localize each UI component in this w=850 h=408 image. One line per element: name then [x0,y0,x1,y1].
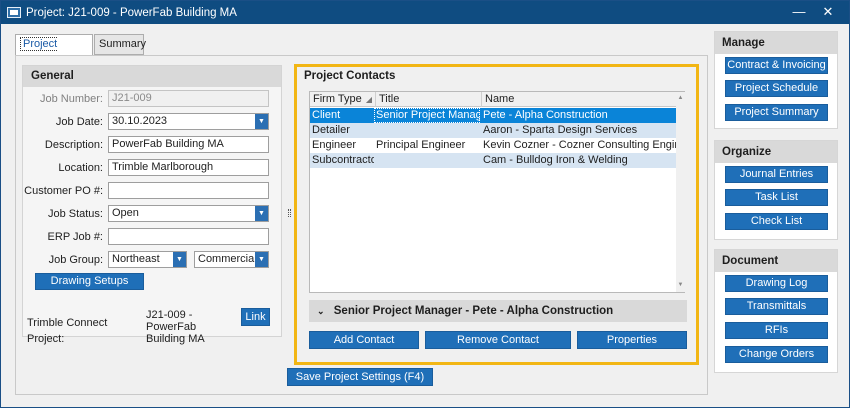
description-field[interactable]: PowerFab Building MA [108,136,269,153]
table-row[interactable]: Client Senior Project Manager Pete - Alp… [310,108,676,123]
check-list-button[interactable]: Check List [725,213,828,230]
cell-title [374,123,480,138]
organize-header: Organize [715,141,837,163]
job-group-sector-select[interactable]: Commercial ▼ [194,251,269,268]
remove-contact-button[interactable]: Remove Contact [425,331,571,349]
cell-name: Cam - Bulldog Iron & Welding [483,154,628,166]
erp-job-label: ERP Job #: [47,231,103,243]
job-date-value: 30.10.2023 [112,115,168,127]
column-header-title[interactable]: Title [376,92,482,107]
tab-project-settings[interactable]: Project Settings [15,34,93,70]
title-bar: Project: J21-009 - PowerFab Building MA … [1,1,849,24]
cell-name: Kevin Cozner - Cozner Consulting Enginee… [483,139,676,151]
chevron-down-icon: ⌄ [317,306,325,316]
location-label: Location: [58,162,103,174]
add-contact-button[interactable]: Add Contact [309,331,419,349]
job-status-select[interactable]: Open ▼ [108,205,269,222]
job-group-region-value: Northeast [112,253,160,265]
manage-header: Manage [715,32,837,54]
location-field[interactable]: Trimble Marlborough [108,159,269,176]
app-icon [7,7,21,18]
erp-job-field[interactable] [108,228,269,245]
grid-header: Firm Type ◢ Title Name [310,92,676,107]
contacts-grid[interactable]: Firm Type ◢ Title Name Client Senior Pro… [309,91,685,293]
transmittals-button[interactable]: Transmittals [725,298,828,315]
table-row[interactable]: Detailer Aaron - Sparta Design Services [310,123,676,138]
contract-invoicing-button[interactable]: Contract & Invoicing [725,57,828,74]
scroll-up-icon[interactable]: ▲ [677,95,684,102]
customer-po-field[interactable] [108,182,269,199]
link-button[interactable]: Link [241,308,270,326]
rfis-button[interactable]: RFIs [725,322,828,339]
trimble-connect-project: J21-009 - PowerFab Building MA [146,309,205,345]
cell-title: Principal Engineer [376,139,466,151]
project-contacts-header: Project Contacts [304,70,396,82]
organize-group: Organize Journal Entries Task List Check… [714,140,838,240]
cell-firm-type: Subcontractor [312,154,374,166]
sort-icon: ◢ [365,95,372,104]
table-row[interactable]: Engineer Principal Engineer Kevin Cozner… [310,138,676,153]
contact-detail-expander[interactable]: ⌄ Senior Project Manager - Pete - Alpha … [309,300,687,322]
cell-firm-type: Engineer [312,139,357,151]
job-date-picker[interactable]: 30.10.2023 ▼ [108,113,269,130]
job-status-label: Job Status: [47,208,103,220]
chevron-down-icon[interactable]: ▼ [173,252,186,267]
tab-summary[interactable]: Summary [94,34,146,55]
chevron-down-icon[interactable]: ▼ [255,114,268,129]
close-button[interactable]: ✕ [813,1,843,24]
project-contacts-group: Project Contacts Firm Type ◢ Title Name … [294,64,699,365]
job-status-value: Open [112,207,139,219]
job-date-label: Job Date: [55,116,103,128]
vertical-scrollbar[interactable]: ▲ ▼ [676,92,685,292]
cell-title [374,153,480,168]
save-project-settings-button[interactable]: Save Project Settings (F4) [287,368,433,386]
window-title: Project: J21-009 - PowerFab Building MA [26,6,237,19]
customer-po-label: Customer PO #: [24,185,103,197]
job-group-sector-value: Commercial [198,253,257,265]
column-header-name[interactable]: Name [482,92,676,107]
table-row[interactable]: Subcontractor Cam - Bulldog Iron & Weldi… [310,153,676,168]
cell-name: Pete - Alpha Construction [483,109,608,121]
document-header: Document [715,250,837,272]
chevron-down-icon[interactable]: ▼ [255,252,268,267]
scroll-down-icon[interactable]: ▼ [677,282,684,289]
cell-firm-type: Client [312,109,341,121]
job-number-field: J21-009 [108,90,269,107]
app-window: Project: J21-009 - PowerFab Building MA … [0,0,850,408]
task-list-button[interactable]: Task List [725,189,828,206]
drawing-log-button[interactable]: Drawing Log [725,275,828,292]
change-orders-button[interactable]: Change Orders [725,346,828,363]
panel-splitter[interactable] [288,209,291,217]
project-summary-button[interactable]: Project Summary [725,104,828,121]
general-header: General [23,66,281,87]
job-group-region-select[interactable]: Northeast ▼ [108,251,187,268]
cell-name: Aaron - Sparta Design Services [483,124,638,136]
description-label: Description: [44,139,103,151]
column-header-firm-type[interactable]: Firm Type ◢ [310,92,376,107]
manage-group: Manage Contract & Invoicing Project Sche… [714,31,838,129]
properties-button[interactable]: Properties [577,331,687,349]
job-number-label: Job Number: [40,93,103,105]
contact-detail-label: Senior Project Manager - Pete - Alpha Co… [333,305,614,317]
job-group-label: Job Group: [48,254,103,266]
cell-firm-type: Detailer [312,124,350,136]
project-schedule-button[interactable]: Project Schedule [725,80,828,97]
journal-entries-button[interactable]: Journal Entries [725,166,828,183]
minimize-button[interactable]: — [784,1,814,24]
drawing-setups-button[interactable]: Drawing Setups [35,273,144,290]
cell-title: Senior Project Manager [374,108,480,123]
trimble-connect-label: Trimble Connect Project: [27,317,108,345]
chevron-down-icon[interactable]: ▼ [255,206,268,221]
document-group: Document Drawing Log Transmittals RFIs C… [714,249,838,373]
